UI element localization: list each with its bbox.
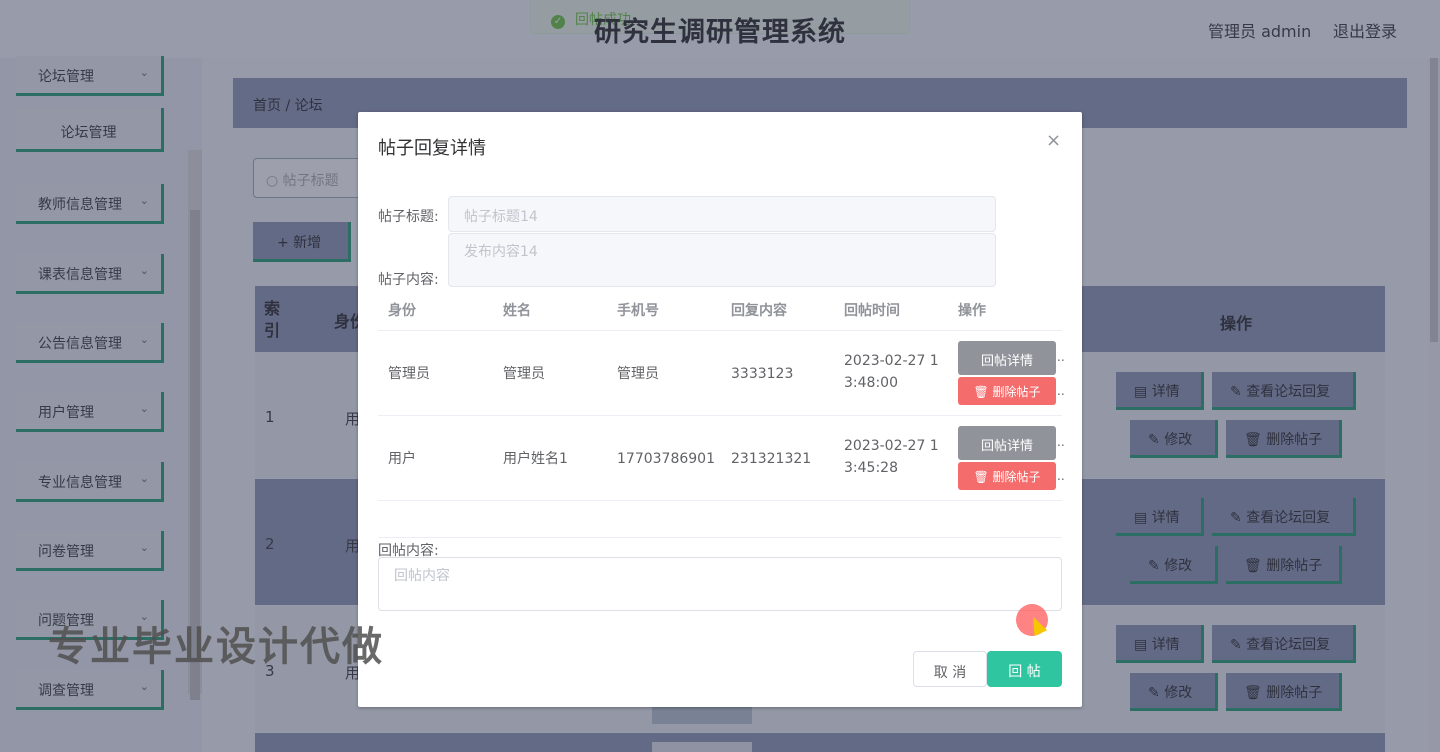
table-divider (378, 500, 1062, 501)
table-divider (378, 537, 1062, 538)
button-label: 删除帖子 (992, 470, 1041, 484)
column-header-name: 姓名 (503, 303, 531, 319)
reply-phone: 管理员 (617, 366, 659, 382)
reply-identity: 管理员 (388, 366, 430, 382)
reply-detail-button[interactable]: 回帖详情 (958, 426, 1056, 460)
button-label: 删除帖子 (992, 385, 1041, 399)
trash-icon: 🗑 (973, 470, 993, 484)
table-divider (378, 330, 1062, 331)
delete-reply-button[interactable]: 🗑 删除帖子 (958, 462, 1056, 490)
post-title-field[interactable]: 帖子标题14 (448, 196, 996, 232)
reply-detail-button[interactable]: 回帖详情 (958, 341, 1056, 375)
close-icon[interactable]: × (1046, 130, 1061, 151)
column-header-identity: 身份 (388, 303, 416, 319)
page: ✓回帖成功 研究生调研管理系统 管理员 admin 退出登录 论坛管理⌄ 论坛管… (0, 0, 1440, 752)
reply-time: 2023-02-27 13:45:28 (844, 438, 939, 476)
post-content-field[interactable]: 发布内容14 (448, 233, 996, 287)
trash-icon: 🗑 (973, 385, 993, 399)
column-header-time: 回帖时间 (844, 303, 900, 319)
reply-detail-dialog: 帖子回复详情 × 帖子标题: 帖子标题14 帖子内容: 发布内容14 身份 姓名… (358, 112, 1082, 707)
reply-name: 管理员 (503, 366, 545, 382)
reply-content-input[interactable]: 回帖内容 (378, 557, 1062, 611)
table-divider (378, 415, 1062, 416)
cancel-button[interactable]: 取 消 (913, 651, 987, 687)
overflow-ellipsis: .. (1057, 350, 1065, 364)
overflow-ellipsis: .. (1057, 469, 1065, 483)
watermark-text: 专业毕业设计代做 (48, 624, 384, 670)
reply-name: 用户姓名1 (503, 451, 568, 467)
post-content-label: 帖子内容: (378, 272, 439, 288)
reply-time: 2023-02-27 13:48:00 (844, 353, 939, 391)
reply-phone: 17703786901 (617, 451, 715, 467)
delete-reply-button[interactable]: 🗑 删除帖子 (958, 377, 1056, 405)
submit-reply-button[interactable]: 回 帖 (987, 651, 1062, 687)
post-title-label: 帖子标题: (378, 209, 439, 225)
overflow-ellipsis: .. (1057, 384, 1065, 398)
reply-content: 3333123 (731, 366, 794, 382)
overflow-ellipsis: .. (1057, 435, 1065, 449)
column-header-phone: 手机号 (617, 303, 659, 319)
column-header-content: 回复内容 (731, 303, 787, 319)
column-header-operation: 操作 (958, 303, 986, 319)
dialog-title: 帖子回复详情 (378, 138, 486, 159)
reply-identity: 用户 (388, 451, 416, 467)
reply-content: 231321321 (731, 451, 812, 467)
